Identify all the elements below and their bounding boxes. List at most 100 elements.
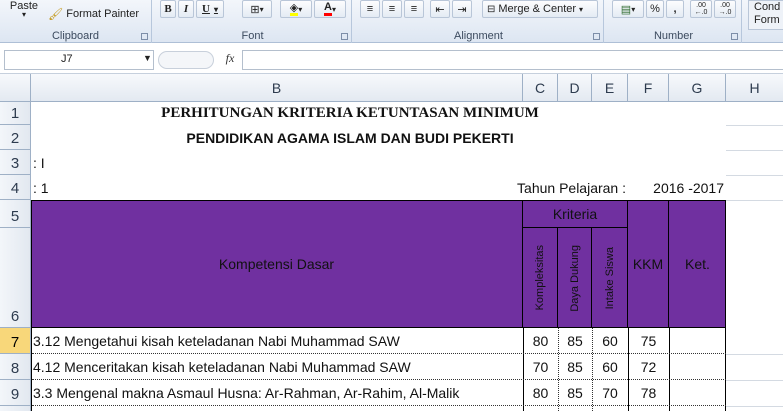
underline-button[interactable]: U ▾	[196, 0, 224, 18]
paint-bucket-icon: ◈	[289, 1, 299, 16]
row-header-6[interactable]: 6	[0, 228, 31, 328]
format-painter-button[interactable]: 🖌 Format Painter	[48, 6, 139, 22]
dialog-launcher-icon[interactable]	[731, 33, 738, 40]
cell-kkm[interactable]: 78	[628, 380, 669, 406]
currency-icon: ▤	[620, 3, 632, 16]
gridline	[726, 125, 783, 126]
table-row-kd[interactable]: 4.12 Menceritakan kisah keteladanan Nabi…	[33, 354, 521, 380]
row-header-2[interactable]: 2	[0, 125, 31, 150]
font-group-label: Font	[241, 30, 264, 42]
chevron-down-icon[interactable]: ▼	[143, 53, 152, 63]
cell-kkm[interactable]: 75	[628, 328, 669, 354]
font-color-button[interactable]: A ▾	[314, 0, 346, 18]
column-header-e[interactable]: E	[592, 74, 628, 102]
format-painter-label: Format Painter	[66, 8, 139, 20]
styles-group: Cond Form	[744, 0, 783, 43]
row4-text[interactable]: : 1	[33, 175, 233, 200]
header-kompetensi[interactable]: Kompetensi Dasar	[31, 200, 523, 328]
column-header-d[interactable]: D	[558, 74, 592, 102]
merge-icon: ⊟	[487, 3, 496, 15]
insert-function-button[interactable]: fx	[220, 51, 240, 69]
dialog-launcher-icon[interactable]	[593, 33, 600, 40]
percent-button[interactable]: %	[646, 0, 664, 18]
header-kkm[interactable]: KKM	[628, 200, 669, 328]
align-right-icon: ≡	[410, 3, 418, 15]
align-left-button[interactable]: ≡	[360, 0, 380, 18]
conditional-formatting-button[interactable]: Cond Form	[748, 0, 783, 30]
increase-indent-button[interactable]: ⇥	[452, 0, 472, 18]
cell-daya-dukung[interactable]: 85	[558, 328, 592, 354]
bold-button[interactable]: B	[160, 0, 176, 18]
dialog-launcher-icon[interactable]	[341, 33, 348, 40]
cell-kompleksitas[interactable]: 70	[523, 354, 558, 380]
number-group-label: Number	[653, 30, 694, 42]
sheet-subtitle[interactable]: PENDIDIKAN AGAMA ISLAM DAN BUDI PEKERTI	[31, 125, 669, 150]
row-header-3[interactable]: 3	[0, 150, 31, 175]
gridline	[726, 354, 783, 355]
column-header-h[interactable]: H	[726, 74, 783, 102]
ribbon: Paste ▾ 🖌 Format Painter Clipboard B I U…	[0, 0, 783, 43]
accounting-format-button[interactable]: ▤ ▾	[612, 0, 644, 18]
header-daya-dukung[interactable]: Daya Dukung	[558, 228, 592, 328]
row3-text[interactable]: : I	[33, 150, 233, 175]
chevron-down-icon: ▾	[21, 10, 26, 19]
tahun-label[interactable]: Tahun Pelajaran :	[380, 175, 628, 200]
header-kriteria[interactable]: Kriteria	[523, 200, 628, 228]
cell-daya-dukung[interactable]: 85	[558, 354, 592, 380]
merge-label: Merge & Center	[498, 3, 577, 15]
cell-ket[interactable]	[669, 354, 726, 380]
column-header-g[interactable]: G	[669, 74, 726, 102]
comma-button[interactable]: ,	[666, 0, 684, 18]
merge-center-button[interactable]: ⊟ Merge & Center ▾	[482, 0, 598, 18]
cell-kkm[interactable]: 72	[628, 354, 669, 380]
row-header-1[interactable]: 1	[0, 102, 31, 125]
underline-label: U	[202, 3, 210, 15]
cell-daya-dukung[interactable]: 85	[558, 380, 592, 406]
column-header-b[interactable]: B	[31, 74, 523, 102]
align-right-button[interactable]: ≡	[404, 0, 424, 18]
dialog-launcher-icon[interactable]	[141, 33, 148, 40]
align-center-button[interactable]: ≡	[382, 0, 402, 18]
increase-indent-icon: ⇥	[457, 3, 467, 16]
column-header-c[interactable]: C	[523, 74, 558, 102]
borders-button[interactable]: ⊞ ▾	[242, 0, 272, 18]
select-all-button[interactable]	[0, 74, 31, 102]
align-center-icon: ≡	[388, 3, 396, 15]
cell-intake[interactable]: 60	[592, 354, 628, 380]
table-row-kd[interactable]: 3.12 Mengetahui kisah keteladanan Nabi M…	[33, 328, 521, 354]
cell-ket[interactable]	[669, 328, 726, 354]
row-header-5[interactable]: 5	[0, 200, 31, 228]
row-header-4[interactable]: 4	[0, 175, 31, 200]
formula-input[interactable]	[242, 50, 783, 70]
cell-kompleksitas[interactable]: 80	[523, 328, 558, 354]
sheet-title[interactable]: PERHITUNGAN KRITERIA KETUNTASAN MINIMUM	[31, 102, 669, 125]
column-header-f[interactable]: F	[628, 74, 669, 102]
tahun-value[interactable]: 2016 -2017	[628, 175, 726, 200]
header-intake[interactable]: Intake Siswa	[592, 228, 628, 328]
row-header-7[interactable]: 7	[0, 328, 31, 354]
chevron-down-icon: ▾	[631, 4, 636, 14]
cell-kompleksitas[interactable]: 80	[523, 380, 558, 406]
decrease-indent-icon: ⇤	[435, 3, 445, 16]
cell-intake[interactable]: 60	[592, 328, 628, 354]
row-header-8[interactable]: 8	[0, 354, 31, 380]
increase-decimal-button[interactable]: .00 ←.0	[690, 0, 712, 18]
decrease-indent-button[interactable]: ⇤	[430, 0, 450, 18]
gridline	[726, 175, 783, 176]
formula-bar-splitter[interactable]	[158, 51, 214, 69]
decrease-decimal-button[interactable]: .00 →.0	[714, 0, 736, 18]
row-header-10[interactable]	[0, 406, 31, 411]
cell-intake[interactable]: 70	[592, 380, 628, 406]
fill-color-button[interactable]: ◈ ▾	[280, 0, 312, 18]
table-row-kd[interactable]: 3.3 Mengenal makna Asmaul Husna: Ar-Rahm…	[33, 380, 521, 406]
header-kompleksitas[interactable]: Kompleksitas	[523, 228, 558, 328]
header-intake-label: Intake Siswa	[603, 246, 616, 310]
row-header-9[interactable]: 9	[0, 380, 31, 406]
name-box[interactable]: J7 ▼	[4, 50, 154, 70]
paste-button[interactable]: Paste ▾	[4, 0, 44, 28]
alignment-group: ≡ ≡ ≡ ⇤ ⇥ ⊟ Merge & Center ▾ Alignment	[354, 0, 604, 43]
align-left-icon: ≡	[366, 3, 374, 15]
italic-button[interactable]: I	[178, 0, 194, 18]
cell-ket[interactable]	[669, 380, 726, 406]
header-ket[interactable]: Ket.	[669, 200, 726, 328]
